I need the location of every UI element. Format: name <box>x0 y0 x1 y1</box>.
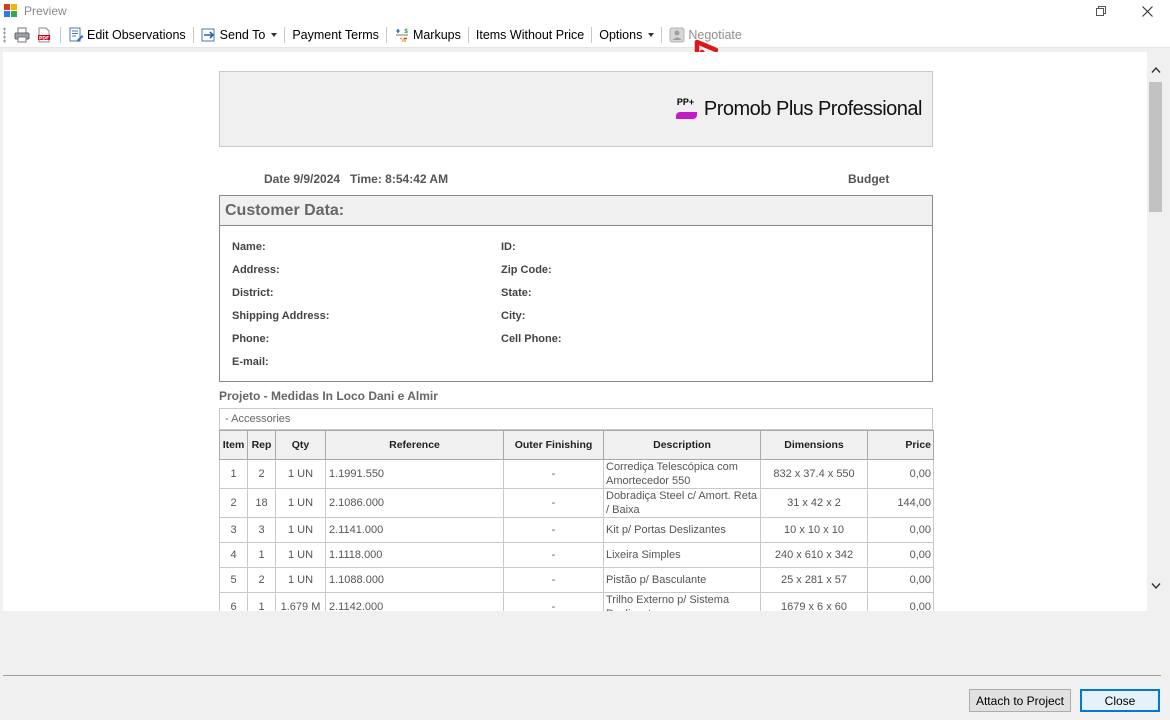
section-label: - Accessories <box>219 408 933 430</box>
pdf-icon[interactable]: PDF <box>34 25 54 45</box>
close-icon[interactable] <box>1124 0 1170 22</box>
attach-to-project-button[interactable]: Attach to Project <box>969 689 1071 712</box>
send-icon <box>201 27 217 43</box>
column-header: Description <box>603 430 761 460</box>
svg-text:$: $ <box>404 28 408 35</box>
table-row: 4 1 1 UN 1.1118.000 - Lixeira Simples 24… <box>219 542 934 568</box>
report-header: PP+ Promob Plus Professional <box>219 71 933 147</box>
brand-logo: PP+ Promob Plus Professional <box>675 97 923 121</box>
toolbar: PDF Edit Observations Send To Payment Te… <box>0 22 1170 48</box>
toolbar-separator <box>284 26 286 43</box>
table-row: 1 2 1 UN 1.1991.550 - Corrediça Telescóp… <box>219 459 934 489</box>
column-header: Item <box>219 430 248 460</box>
customer-shipping-label: Shipping Address: <box>232 310 330 322</box>
toolbar-separator <box>661 26 663 43</box>
column-header: Outer Finishing <box>503 430 604 460</box>
table-row: 3 3 1 UN 2.1141.000 - Kit p/ Portas Desl… <box>219 517 934 543</box>
toolbar-separator <box>192 26 194 43</box>
toolbar-separator <box>385 26 387 43</box>
customer-phone-label: Phone: <box>232 333 270 345</box>
column-header: Qty <box>275 430 326 460</box>
chevron-down-icon <box>271 32 278 37</box>
toolbar-separator <box>467 26 469 43</box>
customer-state-label: State: <box>501 287 532 299</box>
edit-observations-button[interactable]: Edit Observations <box>65 24 189 46</box>
table-row: 6 1 1.679 M 2.1142.000 - Trilho Externo … <box>219 592 934 611</box>
send-to-dropdown[interactable]: Send To <box>198 24 281 46</box>
brand-name: Promob Plus Professional <box>703 98 923 120</box>
payment-terms-button[interactable]: Payment Terms <box>289 24 382 46</box>
customer-city-label: City: <box>501 310 526 322</box>
customer-email-label: E-mail: <box>232 356 269 368</box>
customer-district-label: District: <box>232 287 274 299</box>
print-icon[interactable] <box>12 25 32 45</box>
report-type: Budget <box>848 172 890 186</box>
customer-id-label: ID: <box>501 241 516 253</box>
vertical-scrollbar[interactable] <box>1147 52 1164 611</box>
items-without-price-button[interactable]: Items Without Price <box>473 24 587 46</box>
window-title: Preview <box>24 4 67 18</box>
column-header: Dimensions <box>760 430 868 460</box>
toolbar-separator <box>591 26 593 43</box>
table-header-row: Item Rep Qty Reference Outer Finishing D… <box>219 430 934 460</box>
markup-icon: % $ <box>394 27 410 43</box>
toolbar-separator <box>60 26 61 43</box>
project-title: Projeto - Medidas In Loco Dani e Almir <box>219 389 438 403</box>
customer-data-box: Customer Data: Name: ID: Address: Zip Co… <box>219 195 933 382</box>
close-button[interactable]: Close <box>1080 689 1160 712</box>
customer-name-label: Name: <box>232 241 266 253</box>
edit-document-icon <box>68 27 84 43</box>
toolbar-grip[interactable] <box>3 26 6 43</box>
column-header: Price <box>867 430 934 460</box>
options-dropdown[interactable]: Options <box>596 24 657 46</box>
window-controls <box>1078 0 1170 22</box>
report-date: Date 9/9/2024 Time: 8:54:42 AM <box>264 172 449 186</box>
markups-button[interactable]: % $ Markups <box>391 24 464 46</box>
chevron-down-icon <box>648 32 655 37</box>
chevron-down-icon[interactable] <box>1151 582 1161 590</box>
customer-data-title: Customer Data: <box>220 196 932 226</box>
customer-cell-label: Cell Phone: <box>501 333 562 345</box>
column-header: Reference <box>325 430 504 460</box>
column-header: Rep <box>247 430 276 460</box>
pp-logo-icon: PP+ <box>675 97 698 121</box>
report-preview[interactable]: PP+ Promob Plus Professional Date 9/9/20… <box>3 52 1147 611</box>
items-table: Item Rep Qty Reference Outer Finishing D… <box>219 430 934 611</box>
scrollbar-thumb[interactable] <box>1149 82 1162 212</box>
footer-divider <box>3 675 1161 676</box>
customer-address-label: Address: <box>232 264 280 276</box>
customer-zip-label: Zip Code: <box>501 264 552 276</box>
chevron-up-icon[interactable] <box>1151 66 1161 74</box>
app-icon <box>4 4 18 18</box>
table-row: 2 18 1 UN 2.1086.000 - Dobradiça Steel c… <box>219 488 934 518</box>
svg-text:PDF: PDF <box>39 35 49 41</box>
title-bar: Preview <box>0 0 1170 22</box>
restore-icon[interactable] <box>1078 0 1124 22</box>
svg-text:%: % <box>400 37 406 43</box>
table-row: 5 2 1 UN 1.1088.000 - Pistão p/ Basculan… <box>219 567 934 593</box>
